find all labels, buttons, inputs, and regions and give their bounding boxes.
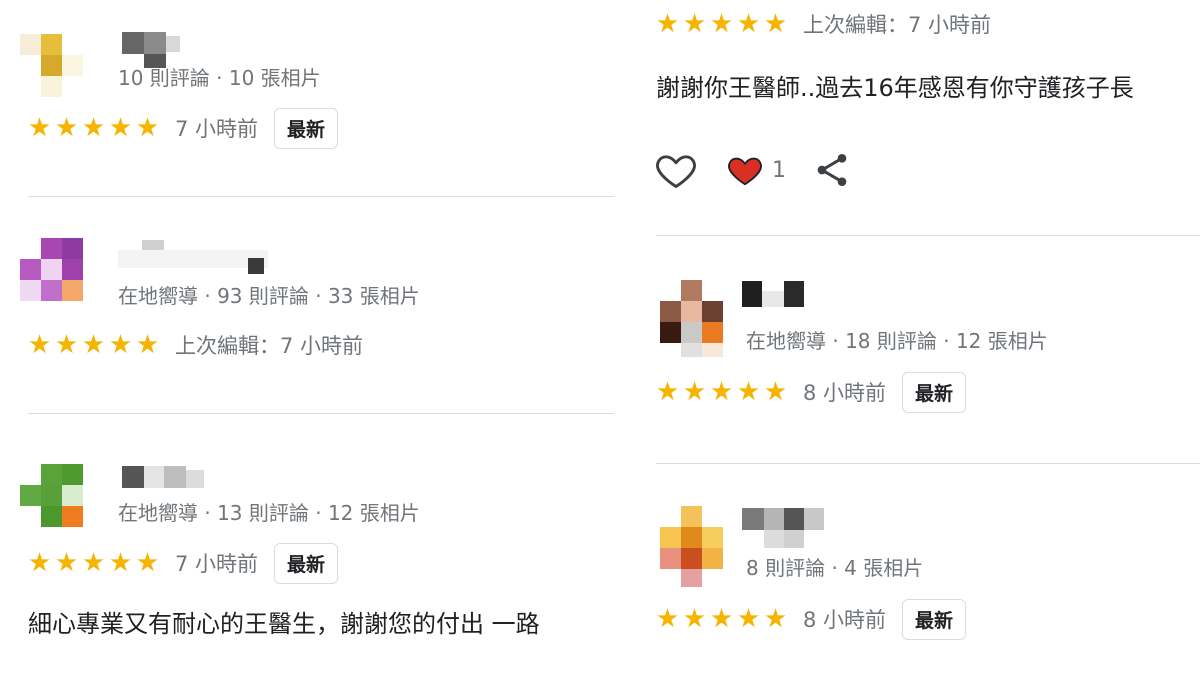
reviewer-meta: 在地嚮導 · 13 則評論 · 12 張相片 [118,501,420,525]
star-icon: ★ [81,548,106,578]
star-icon: ★ [709,9,734,39]
review-text: 細心專業又有耐心的王醫生，謝謝您的付出 一路 [28,610,540,638]
star-icon: ★ [135,548,160,578]
reviewer-avatar[interactable] [660,280,724,357]
star-icon: ★ [27,113,52,143]
star-rating: ★ ★ ★ ★ ★ [654,606,789,632]
reviewer-meta: 在地嚮導 · 93 則評論 · 33 張相片 [118,284,420,308]
star-icon: ★ [54,330,79,360]
reaction-count[interactable]: 1 [726,151,786,189]
star-icon: ★ [655,377,680,407]
left-review-column: 10 則評論 · 10 張相片 ★ ★ ★ ★ ★ 7 小時前 最新 在地嚮導 … [0,0,630,675]
reviewer-name-pixelated[interactable] [122,466,212,492]
review-time: 7 小時前 [175,117,259,141]
star-icon: ★ [135,113,160,143]
star-rating: ★ ★ ★ ★ ★ [654,11,789,37]
review-divider [656,235,1200,236]
share-button[interactable] [812,150,852,190]
star-icon: ★ [709,604,734,634]
rating-row: ★ ★ ★ ★ ★ 7 小時前 最新 [26,107,339,149]
review-time: 上次編輯：7 小時前 [175,334,364,358]
reviewer-meta: 10 則評論 · 10 張相片 [118,66,321,90]
reviewer-meta: 8 則評論 · 4 張相片 [746,556,924,580]
star-icon: ★ [108,548,133,578]
review-divider [28,413,614,414]
review-actions: 1 [654,148,852,192]
star-icon: ★ [736,604,761,634]
review-time: 7 小時前 [175,552,259,576]
heart-outline-icon [656,155,696,188]
star-icon: ★ [135,330,160,360]
like-button[interactable] [654,148,698,192]
star-icon: ★ [54,113,79,143]
reaction-count-value: 1 [772,157,786,183]
star-icon: ★ [81,330,106,360]
review-divider [28,196,614,197]
star-icon: ★ [763,604,788,634]
newest-badge: 最新 [274,107,339,149]
star-icon: ★ [709,377,734,407]
rating-row: ★ ★ ★ ★ ★ 8 小時前 最新 [654,371,967,413]
reviewer-avatar[interactable] [660,506,724,587]
star-rating: ★ ★ ★ ★ ★ [26,115,161,141]
heart-filled-icon [728,157,762,186]
newest-badge: 最新 [902,598,967,640]
reviewer-name-pixelated[interactable] [118,240,268,274]
reviewer-name-pixelated[interactable] [122,32,192,68]
star-rating: ★ ★ ★ ★ ★ [654,379,789,405]
review-time: 上次編輯：7 小時前 [803,13,992,37]
newest-badge: 最新 [274,542,339,584]
reviewer-avatar[interactable] [20,238,84,302]
star-icon: ★ [682,604,707,634]
reviewer-name-pixelated[interactable] [742,508,828,548]
star-icon: ★ [763,9,788,39]
star-icon: ★ [27,548,52,578]
star-rating: ★ ★ ★ ★ ★ [26,550,161,576]
rating-row: ★ ★ ★ ★ ★ 上次編輯：7 小時前 [654,4,991,44]
review-time: 8 小時前 [803,381,887,405]
review-time: 8 小時前 [803,608,887,632]
star-icon: ★ [27,330,52,360]
star-icon: ★ [655,9,680,39]
star-icon: ★ [655,604,680,634]
star-rating: ★ ★ ★ ★ ★ [26,332,161,358]
star-icon: ★ [81,113,106,143]
rating-row: ★ ★ ★ ★ ★ 7 小時前 最新 [26,542,339,584]
star-icon: ★ [736,9,761,39]
rating-row: ★ ★ ★ ★ ★ 8 小時前 最新 [654,598,967,640]
star-icon: ★ [108,330,133,360]
newest-badge: 最新 [902,371,967,413]
reviewer-avatar[interactable] [20,30,84,97]
reviewer-avatar[interactable] [20,464,84,528]
review-divider [656,463,1200,464]
reviewer-name-pixelated[interactable] [742,281,808,307]
review-text: 謝謝你王醫師..過去16年感恩有你守護孩子長 [656,74,1134,102]
star-icon: ★ [108,113,133,143]
right-review-column: ★ ★ ★ ★ ★ 上次編輯：7 小時前 謝謝你王醫師..過去16年感恩有你守護… [630,0,1200,675]
star-icon: ★ [736,377,761,407]
star-icon: ★ [682,377,707,407]
rating-row: ★ ★ ★ ★ ★ 上次編輯：7 小時前 [26,325,363,365]
reviewer-meta: 在地嚮導 · 18 則評論 · 12 張相片 [746,329,1048,353]
star-icon: ★ [682,9,707,39]
star-icon: ★ [54,548,79,578]
star-icon: ★ [763,377,788,407]
share-icon [817,154,847,186]
